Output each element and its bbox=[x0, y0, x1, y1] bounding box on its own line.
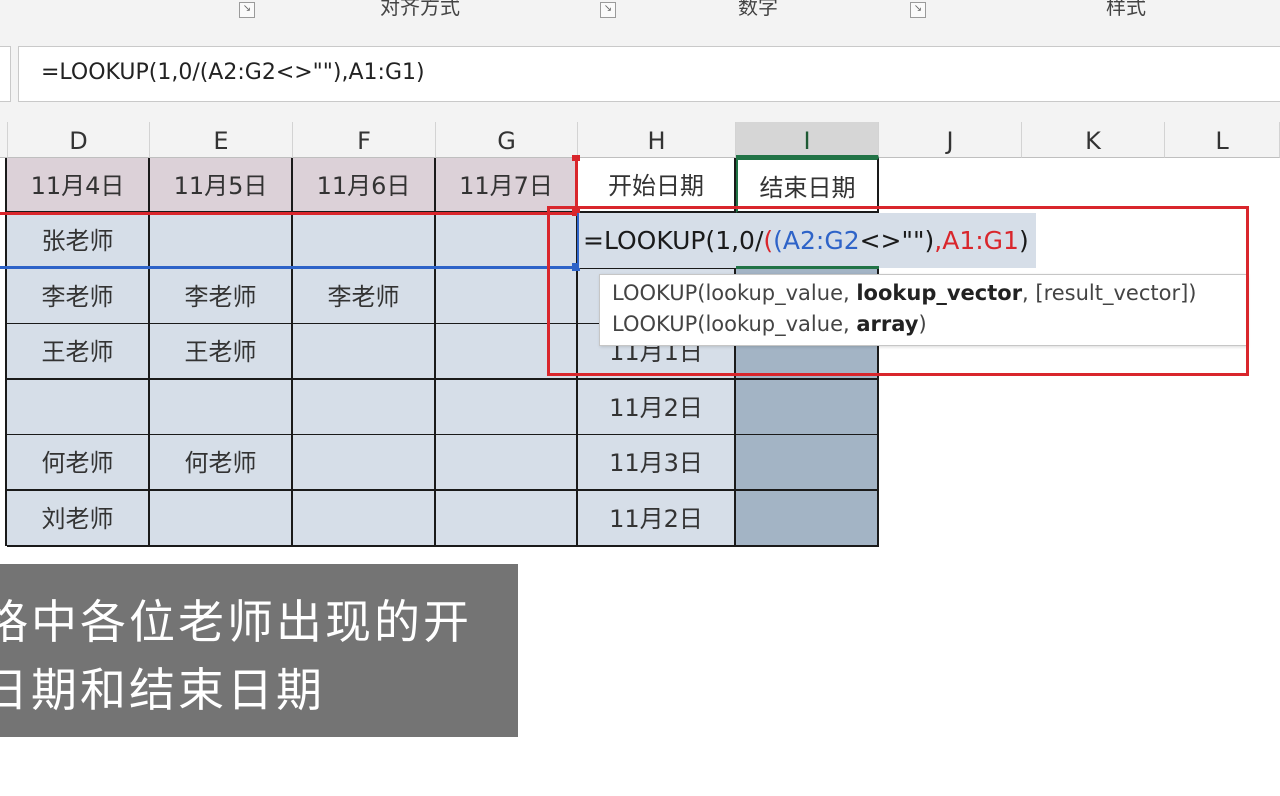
dialog-launcher-icon[interactable]: ↘ bbox=[600, 2, 616, 18]
cell-h5[interactable]: 11月2日 bbox=[578, 380, 736, 436]
column-header-j[interactable]: J bbox=[879, 122, 1022, 158]
column-header-i[interactable]: I bbox=[736, 122, 879, 158]
cell-e2[interactable] bbox=[150, 213, 293, 269]
cell-d5[interactable] bbox=[7, 380, 150, 436]
header-cell-f1[interactable]: 11月6日 bbox=[293, 158, 436, 213]
cell-h6[interactable]: 11月3日 bbox=[578, 435, 736, 491]
header-cell-d1[interactable]: 11月4日 bbox=[7, 158, 150, 213]
cell-e6[interactable]: 何老师 bbox=[150, 435, 293, 491]
column-header-partial[interactable] bbox=[0, 122, 8, 158]
header-cell-start-date[interactable]: 开始日期 bbox=[578, 158, 736, 213]
cell-d3[interactable]: 李老师 bbox=[7, 269, 150, 325]
caption-line-1: 格中各位老师出现的开 bbox=[0, 595, 472, 649]
header-cell-e1[interactable]: 11月5日 bbox=[150, 158, 293, 213]
cell-i7[interactable] bbox=[736, 491, 879, 547]
annotation-highlight-box bbox=[547, 206, 1249, 376]
column-header-g[interactable]: G bbox=[436, 122, 578, 158]
ribbon-group-styles: 样式 bbox=[1106, 0, 1146, 19]
caption-line-2: 日期和结束日期 bbox=[0, 663, 325, 717]
formula-text: =LOOKUP(1,0/(A2:G2<>""),A1:G1) bbox=[41, 60, 425, 85]
range-handle-icon[interactable] bbox=[572, 155, 580, 161]
video-caption: 格中各位老师出现的开 日期和结束日期 bbox=[0, 564, 518, 737]
reference-highlight-a2g2 bbox=[0, 266, 578, 269]
cell-e5[interactable] bbox=[150, 380, 293, 436]
cell-d7[interactable]: 刘老师 bbox=[7, 491, 150, 547]
cell-f5[interactable] bbox=[293, 380, 436, 436]
cell-i5[interactable] bbox=[736, 380, 879, 436]
name-box[interactable] bbox=[0, 46, 11, 102]
ribbon-group-labels: ↘ 对齐方式 ↘ 数字 ↘ 样式 bbox=[0, 0, 1280, 25]
table-border bbox=[5, 158, 7, 546]
header-cell-g1[interactable]: 11月7日 bbox=[436, 158, 578, 213]
cell-i6[interactable] bbox=[736, 435, 879, 491]
ribbon-group-number: 数字 bbox=[738, 0, 778, 19]
dialog-launcher-icon[interactable]: ↘ bbox=[910, 2, 926, 18]
cell-f2[interactable] bbox=[293, 213, 436, 269]
column-header-l[interactable]: L bbox=[1165, 122, 1280, 158]
cell-f6[interactable] bbox=[293, 435, 436, 491]
cell-e4[interactable]: 王老师 bbox=[150, 324, 293, 380]
column-header-d[interactable]: D bbox=[8, 122, 150, 158]
cell-d4[interactable]: 王老师 bbox=[7, 324, 150, 380]
cell-f3[interactable]: 李老师 bbox=[293, 269, 436, 325]
column-header-f[interactable]: F bbox=[293, 122, 436, 158]
cell-g6[interactable] bbox=[436, 435, 578, 491]
cell-g7[interactable] bbox=[436, 491, 578, 547]
column-header-k[interactable]: K bbox=[1022, 122, 1165, 158]
reference-highlight-a1g1 bbox=[0, 212, 578, 215]
dialog-launcher-icon[interactable]: ↘ bbox=[239, 2, 255, 18]
cell-d2[interactable]: 张老师 bbox=[7, 213, 150, 269]
cell-f4[interactable] bbox=[293, 324, 436, 380]
cell-g5[interactable] bbox=[436, 380, 578, 436]
ribbon-group-alignment: 对齐方式 bbox=[380, 0, 460, 19]
header-cell-end-date[interactable]: 结束日期 bbox=[736, 158, 879, 213]
cell-h7[interactable]: 11月2日 bbox=[578, 491, 736, 547]
formula-input[interactable]: =LOOKUP(1,0/(A2:G2<>""),A1:G1) bbox=[18, 46, 1280, 102]
formula-bar-area: =LOOKUP(1,0/(A2:G2<>""),A1:G1) bbox=[0, 24, 1280, 122]
column-header-h[interactable]: H bbox=[578, 122, 736, 158]
cell-e7[interactable] bbox=[150, 491, 293, 547]
cell-d6[interactable]: 何老师 bbox=[7, 435, 150, 491]
cell-f7[interactable] bbox=[293, 491, 436, 547]
cell-e3[interactable]: 李老师 bbox=[150, 269, 293, 325]
column-header-e[interactable]: E bbox=[150, 122, 293, 158]
